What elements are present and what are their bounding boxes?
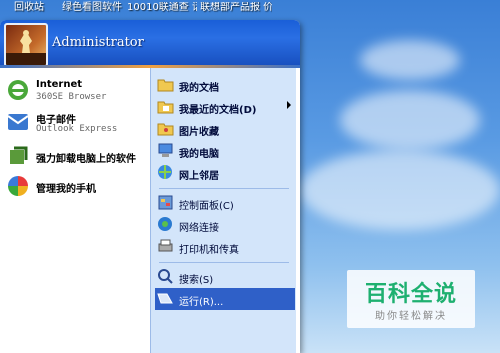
desktop-icon-label: 10010联通查 话费 [127,2,197,13]
tool-label: 搜索(S) [179,275,214,286]
place-label: 网上邻居 [179,171,219,182]
watermark: 百科全说 助你轻松解决 [347,270,475,328]
recent-title: 管理我的手机 [36,184,96,195]
pinned-subtitle: 360SE Browser [36,92,107,102]
place-label: 我的文档 [179,83,219,94]
place-my-computer[interactable]: 我的电脑 [155,140,295,162]
recent-title: 强力卸载电脑上的软件 [36,154,136,165]
cloud [340,90,480,150]
desktop-icon-recycle-bin[interactable]: 回收站 [14,2,44,13]
chess-piece-icon [6,30,46,65]
network-icon [157,164,174,181]
place-label: 我的电脑 [179,149,219,160]
network-connections-icon [157,216,174,233]
desktop-icon-label: 绿色看图软件 [62,2,122,13]
place-label: 我最近的文档(D) [179,105,257,116]
system-control-panel[interactable]: 控制面板(C) [155,192,295,214]
start-menu-right-pane: 我的文档 我最近的文档(D) 图片收藏 我的电脑 网上邻居 控制面板(C) 网络… [150,68,296,353]
place-network[interactable]: 网上邻居 [155,162,295,184]
cloud [360,40,460,80]
tool-label: 运行(R)... [179,297,224,308]
folder-recent-icon [157,98,174,115]
outlook-icon [6,110,30,134]
desktop-icon-label: 联想部产品报 价单.xls [200,2,272,13]
desktop-icon-image-viewer[interactable]: 绿色看图软件 [62,2,122,13]
place-my-pictures[interactable]: 图片收藏 [155,118,295,140]
user-name: Administrator [52,35,144,50]
start-menu-header: Administrator [0,20,300,67]
system-label: 控制面板(C) [179,201,234,212]
start-menu-left-pane: Internet 360SE Browser 电子邮件 Outlook Expr… [0,68,150,353]
pinned-title: Internet [36,79,83,90]
pinned-internet[interactable]: Internet 360SE Browser [6,76,148,108]
recent-phone-manager[interactable]: 管理我的手机 [6,172,148,204]
watermark-subtitle: 助你轻松解决 [375,311,447,322]
desktop-icon-price-list[interactable]: 联想部产品报 价单.xls [200,2,272,13]
folder-pictures-icon [157,120,174,137]
run-icon [157,290,174,307]
pinned-subtitle: Outlook Express [36,124,118,134]
system-label: 网络连接 [179,223,219,234]
recent-uninstall[interactable]: 强力卸载电脑上的软件 [6,142,148,174]
tool-run[interactable]: 运行(R)... [155,288,295,310]
menu-separator [159,188,289,189]
computer-icon [157,142,174,159]
pinned-email[interactable]: 电子邮件 Outlook Express [6,108,148,140]
desktop-icon-unicom[interactable]: 10010联通查 话费 [127,2,197,13]
tool-search[interactable]: 搜索(S) [155,266,295,288]
desktop-icon-label: 回收站 [14,2,44,13]
menu-separator [159,262,289,263]
cloud [300,150,500,230]
search-icon [157,268,174,285]
start-menu: Administrator Internet 360SE Browser 电子邮… [0,20,300,353]
place-my-documents[interactable]: 我的文档 [155,74,295,96]
printer-icon [157,238,174,255]
place-label: 图片收藏 [179,127,219,138]
uninstall-icon [6,144,30,168]
submenu-arrow-icon [287,101,291,109]
system-printers[interactable]: 打印机和传真 [155,236,295,258]
system-network-connections[interactable]: 网络连接 [155,214,295,236]
place-recent-documents[interactable]: 我最近的文档(D) [155,96,295,118]
avatar[interactable] [4,23,48,67]
control-panel-icon [157,194,174,211]
folder-documents-icon [157,76,174,93]
phone-manager-icon [6,174,30,198]
ie-icon [6,78,30,102]
system-label: 打印机和传真 [179,245,239,256]
watermark-title: 百科全说 [364,282,457,307]
